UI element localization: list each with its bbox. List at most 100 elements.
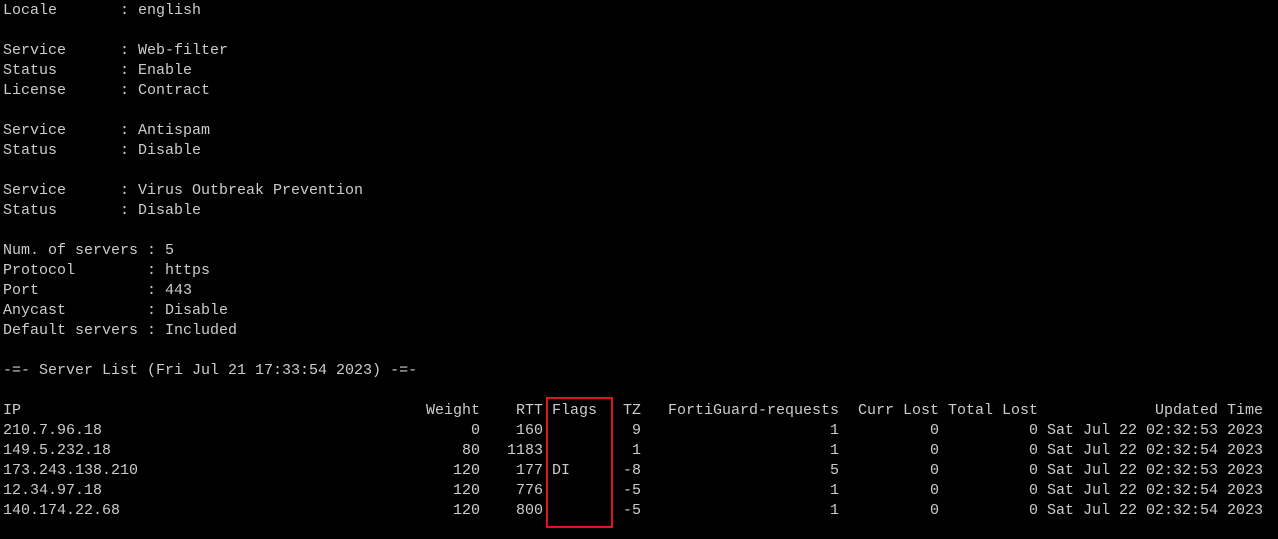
cell-ip: 149.5.232.18	[3, 442, 112, 459]
column-header-requests: FortiGuard-requests	[667, 402, 839, 419]
cell-ip: 12.34.97.18	[3, 482, 103, 499]
cell-requests: 1	[829, 422, 839, 439]
locale-key: Locale	[3, 2, 58, 19]
cell-curr-lost: 0	[929, 462, 939, 479]
setting-value: Included	[165, 322, 238, 339]
flags-highlight-box	[546, 397, 613, 528]
status-value: Disable	[138, 142, 202, 159]
cell-total-lost: 0	[1028, 502, 1038, 519]
separator: :	[120, 122, 139, 139]
setting-value: Disable	[165, 302, 229, 319]
service-value: Antispam	[138, 122, 211, 139]
cell-tz: 1	[631, 442, 641, 459]
setting-line: Anycast: Disable	[3, 301, 228, 321]
cell-requests: 1	[829, 442, 839, 459]
cell-requests: 1	[829, 502, 839, 519]
cell-requests: 1	[829, 482, 839, 499]
cell-total-lost: 0	[1028, 442, 1038, 459]
separator: :	[147, 242, 166, 259]
service-key: Service	[3, 42, 67, 59]
cell-ip: 210.7.96.18	[3, 422, 103, 439]
setting-line: Default servers: Included	[3, 321, 237, 341]
column-header-tz: TZ	[622, 402, 641, 419]
cell-weight: 0	[470, 422, 480, 439]
status-line: Status: Disable	[3, 141, 201, 161]
setting-line: Num. of servers: 5	[3, 241, 174, 261]
server-list-title: -=- Server List (Fri Jul 21 17:33:54 202…	[3, 362, 418, 379]
status-key: Status	[3, 142, 58, 159]
cell-weight: 120	[452, 462, 480, 479]
setting-value: 5	[165, 242, 175, 259]
service-line: Service: Antispam	[3, 121, 210, 141]
service-value: Virus Outbreak Prevention	[138, 182, 364, 199]
cell-rtt: 1183	[506, 442, 543, 459]
separator: :	[147, 282, 166, 299]
setting-line: Port: 443	[3, 281, 192, 301]
status-key: Status	[3, 62, 58, 79]
column-header-updated: Updated Time	[1154, 402, 1263, 419]
column-header-weight: Weight	[425, 402, 480, 419]
cell-updated: Sat Jul 22 02:32:53 2023	[1046, 422, 1263, 439]
column-header-ip: IP	[3, 402, 22, 419]
separator: :	[120, 142, 139, 159]
cell-weight: 120	[452, 502, 480, 519]
cell-curr-lost: 0	[929, 502, 939, 519]
separator: :	[120, 42, 139, 59]
cell-requests: 5	[829, 462, 839, 479]
cell-total-lost: 0	[1028, 462, 1038, 479]
status-line: Status: Disable	[3, 201, 201, 221]
cell-updated: Sat Jul 22 02:32:54 2023	[1046, 482, 1263, 499]
cell-updated: Sat Jul 22 02:32:54 2023	[1046, 502, 1263, 519]
setting-value: 443	[165, 282, 193, 299]
license-value: Contract	[138, 82, 211, 99]
cell-rtt: 160	[515, 422, 543, 439]
cell-rtt: 177	[515, 462, 543, 479]
cell-tz: -5	[622, 482, 641, 499]
setting-value: https	[165, 262, 211, 279]
setting-key: Port	[3, 282, 40, 299]
separator: :	[147, 302, 166, 319]
column-header-rtt: RTT	[515, 402, 543, 419]
separator: :	[120, 82, 139, 99]
license-key: License	[3, 82, 67, 99]
column-header-curr-lost: Curr Lost	[857, 402, 939, 419]
service-value: Web-filter	[138, 42, 229, 59]
cell-ip: 173.243.138.210	[3, 462, 139, 479]
service-line: Service: Web-filter	[3, 41, 228, 61]
cell-total-lost: 0	[1028, 422, 1038, 439]
license-line: License: Contract	[3, 81, 210, 101]
cell-total-lost: 0	[1028, 482, 1038, 499]
setting-key: Protocol	[3, 262, 76, 279]
setting-key: Default servers	[3, 322, 139, 339]
cell-updated: Sat Jul 22 02:32:54 2023	[1046, 442, 1263, 459]
cell-curr-lost: 0	[929, 442, 939, 459]
status-line: Status: Enable	[3, 61, 192, 81]
locale-line: Locale: english	[3, 1, 201, 21]
separator: :	[120, 2, 139, 19]
setting-line: Protocol: https	[3, 261, 210, 281]
service-key: Service	[3, 182, 67, 199]
cell-weight: 80	[461, 442, 480, 459]
separator: :	[147, 322, 166, 339]
setting-key: Anycast	[3, 302, 67, 319]
status-value: Enable	[138, 62, 193, 79]
cell-curr-lost: 0	[929, 482, 939, 499]
cell-weight: 120	[452, 482, 480, 499]
cell-rtt: 776	[515, 482, 543, 499]
cell-tz: 9	[631, 422, 641, 439]
status-key: Status	[3, 202, 58, 219]
cell-tz: -5	[622, 502, 641, 519]
status-value: Disable	[138, 202, 202, 219]
separator: :	[120, 202, 139, 219]
cell-rtt: 800	[515, 502, 543, 519]
separator: :	[120, 182, 139, 199]
column-header-total-lost: Total Lost	[947, 402, 1038, 419]
cell-tz: -8	[622, 462, 641, 479]
cell-curr-lost: 0	[929, 422, 939, 439]
service-line: Service: Virus Outbreak Prevention	[3, 181, 363, 201]
locale-value: english	[138, 2, 202, 19]
setting-key: Num. of servers	[3, 242, 139, 259]
cell-updated: Sat Jul 22 02:32:53 2023	[1046, 462, 1263, 479]
separator: :	[147, 262, 166, 279]
cell-ip: 140.174.22.68	[3, 502, 121, 519]
